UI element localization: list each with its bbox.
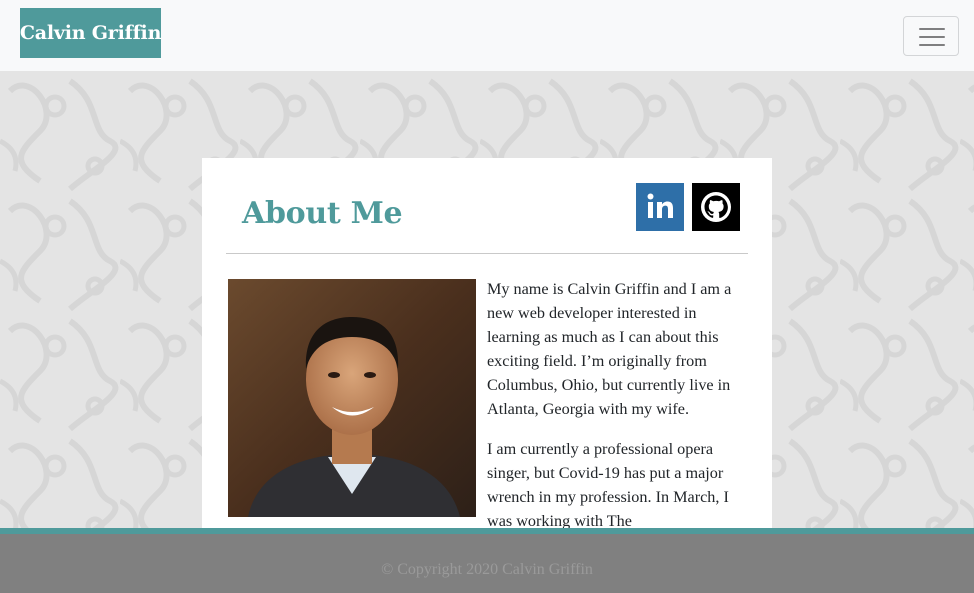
- linkedin-icon: [647, 193, 673, 218]
- bio-paragraph: My name is Calvin Griffin and I am a new…: [487, 280, 732, 418]
- footer: © Copyright 2020 Calvin Griffin: [0, 528, 974, 593]
- linkedin-link[interactable]: [636, 183, 684, 231]
- github-link[interactable]: [692, 183, 740, 231]
- navbar-toggle-button[interactable]: [903, 16, 959, 56]
- brand-logo[interactable]: Calvin Griffin: [20, 8, 161, 58]
- navbar: Calvin Griffin: [0, 0, 974, 71]
- hamburger-menu-icon: [919, 28, 945, 46]
- profile-photo: [228, 279, 476, 517]
- about-card: About Me My name is Calvin Griffin and I…: [202, 158, 772, 538]
- copyright-text: © Copyright 2020 Calvin Griffin: [381, 561, 593, 578]
- bio-text: My name is Calvin Griffin and I am a new…: [487, 277, 749, 538]
- github-icon: [701, 192, 731, 222]
- bio-paragraph: I am currently a professional opera sing…: [487, 440, 729, 530]
- title-divider: [226, 253, 748, 254]
- about-title: About Me: [242, 196, 403, 231]
